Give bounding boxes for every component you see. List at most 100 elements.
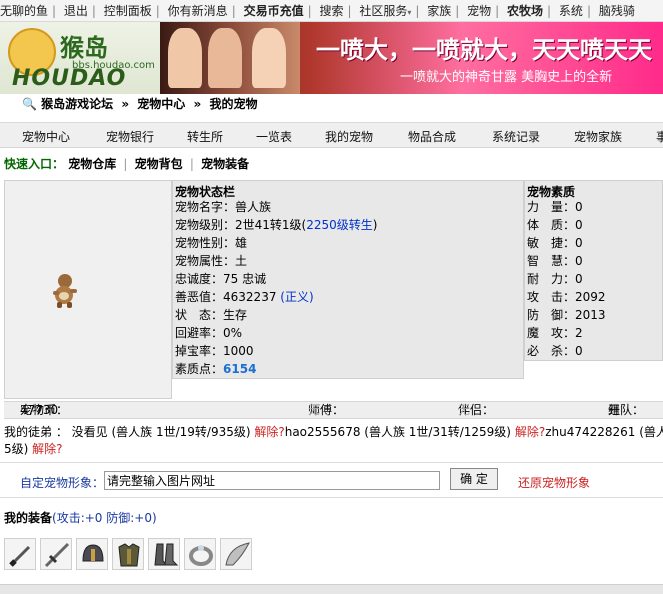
- divider: |: [347, 4, 352, 18]
- apprentice-1: 没看见 (兽人族 1世/19转/935级): [71, 425, 255, 439]
- apprentice-3-cont: 5级): [4, 442, 33, 456]
- menu-overview[interactable]: 一览表: [256, 128, 292, 145]
- divider: |: [91, 4, 96, 18]
- attr-row-wisdom: 智 慧：0: [527, 254, 583, 268]
- armor-icon[interactable]: [112, 538, 144, 570]
- sword-icon[interactable]: [40, 538, 72, 570]
- breadcrumb-my-pet: 我的宠物: [209, 97, 258, 111]
- family-link[interactable]: 家族: [427, 4, 451, 18]
- status-row-level: 宠物级别：2世41转1级(2250级转生): [175, 218, 378, 232]
- game-link[interactable]: 脑残骑: [599, 4, 635, 18]
- pet-sprite-icon: [53, 274, 77, 308]
- user-name-link[interactable]: 无聊的鱼: [0, 4, 48, 18]
- breadcrumb-forum[interactable]: 猴岛游戏论坛: [41, 97, 113, 111]
- attr-row-magic-attack: 魔 攻：2: [527, 326, 583, 340]
- confirm-button[interactable]: 确 定: [450, 468, 498, 490]
- menu-pet-bank[interactable]: 宠物银行: [106, 128, 154, 145]
- site-logo[interactable]: 猴岛 bbs.houdao.com HOUDAO: [0, 22, 160, 94]
- divider: |: [586, 4, 591, 18]
- quick-warehouse-link[interactable]: 宠物仓库: [68, 157, 116, 171]
- status-row-element: 宠物属性：土: [175, 254, 248, 268]
- ring-icon[interactable]: [184, 538, 216, 570]
- control-panel-link[interactable]: 控制面板: [104, 4, 152, 18]
- pet-link[interactable]: 宠物: [467, 4, 491, 18]
- custom-image-row: 自定宠物形象： 确 定 还原宠物形象: [0, 462, 663, 498]
- attr-row-defense: 防 御：2013: [527, 308, 606, 322]
- dismiss-apprentice-2-link[interactable]: 解除?: [515, 425, 545, 439]
- divider: |: [52, 4, 57, 18]
- status-row-drop-rate: 掉宝率：1000: [175, 344, 254, 358]
- divider: |: [155, 4, 160, 18]
- menu-rebirth[interactable]: 转生所: [187, 128, 223, 145]
- divider: |: [415, 4, 420, 18]
- system-link[interactable]: 系统: [559, 4, 583, 18]
- restore-image-link[interactable]: 还原宠物形象: [518, 474, 590, 491]
- equipment-header: 我的装备(攻击:+0 防御:+0): [4, 509, 157, 526]
- divider: |: [307, 4, 312, 18]
- recharge-link[interactable]: 交易币充值: [244, 4, 304, 18]
- banner-photo: [160, 22, 300, 94]
- helmet-icon[interactable]: [76, 538, 108, 570]
- community-link[interactable]: 社区服务: [359, 4, 407, 18]
- menu-more[interactable]: 事: [656, 128, 663, 145]
- divider: |: [123, 157, 128, 171]
- banner-slogan: 一喷大，一喷就大，天天喷天天: [316, 36, 652, 64]
- new-message-link[interactable]: 你有新消息: [168, 4, 228, 18]
- breadcrumb-pet-center[interactable]: 宠物中心: [137, 97, 185, 111]
- logout-link[interactable]: 退出: [64, 4, 88, 18]
- apprentice-list: 我的徒弟 ： 没看见 (兽人族 1世/19转/935级) 解除?hao25556…: [4, 424, 663, 440]
- divider: |: [189, 157, 194, 171]
- logo-cn-text: 猴岛: [60, 34, 108, 62]
- menu-system-log[interactable]: 系统记录: [492, 128, 540, 145]
- divider: |: [495, 4, 500, 18]
- dagger-icon[interactable]: [4, 538, 36, 570]
- pet-attributes-panel: 宠物素质 力 量：0 体 质：0 敏 捷：0 智 慧：0 耐 力：0 攻 击：2…: [524, 180, 663, 361]
- logo-wordmark: HOUDAO: [12, 66, 127, 91]
- dismiss-apprentice-1-link[interactable]: 解除?: [254, 425, 284, 439]
- apprentice-2: hao2555678 (兽人族 1世/31转/1259级): [284, 425, 515, 439]
- wing-icon[interactable]: [220, 538, 252, 570]
- breadcrumb-arrow: »: [193, 97, 202, 111]
- breadcrumb-arrow: »: [121, 97, 130, 111]
- apprentice-3: zhu474228261 (兽人族: [545, 425, 663, 439]
- banner-subtitle: 一喷就大的神奇甘露 美胸史上的全新: [400, 70, 613, 85]
- status-row-name: 宠物名字：兽人族: [175, 200, 272, 214]
- status-title: 宠物状态栏: [175, 185, 236, 199]
- attributes-title: 宠物素质: [527, 185, 576, 199]
- breadcrumb: 🔍 猴岛游戏论坛 » 宠物中心 » 我的宠物: [22, 95, 257, 112]
- quick-backpack-link[interactable]: 宠物背包: [135, 157, 183, 171]
- quality-points-value[interactable]: 6154: [223, 362, 256, 376]
- farm-link[interactable]: 农牧场: [507, 4, 543, 18]
- image-url-input[interactable]: [104, 471, 440, 490]
- attr-row-attack: 攻 击：2092: [527, 290, 606, 304]
- magnifier-icon: 🔍: [22, 97, 37, 111]
- menu-pet-center[interactable]: 宠物中心: [22, 128, 70, 145]
- attr-row-strength: 力 量：0: [527, 200, 583, 214]
- search-link[interactable]: 搜索: [319, 4, 343, 18]
- dismiss-apprentice-3-link[interactable]: 解除?: [32, 442, 62, 456]
- top-nav: 无聊的鱼 | 退出 | 控制面板 | 你有新消息 | 交易币充值 | 搜索 | 社区服务▾ |…: [0, 0, 663, 22]
- attr-row-agility: 敏 捷：0: [527, 236, 583, 250]
- attr-row-constitution: 体 质：0: [527, 218, 583, 232]
- status-row-gender: 宠物性别：雄: [175, 236, 248, 250]
- pet-info-bar: 宠物币： 47730 师傅：无 伴侣：无 组队：开: [4, 401, 663, 419]
- menu-item-synthesis[interactable]: 物品合成: [408, 128, 456, 145]
- quick-links: 快速入口： 宠物仓库 | 宠物背包 | 宠物装备: [4, 155, 249, 172]
- pet-image-panel: [4, 180, 172, 399]
- boots-icon[interactable]: [148, 538, 180, 570]
- status-row-state: 状 态：生存: [175, 308, 248, 322]
- karma-link[interactable]: (正义): [280, 290, 313, 304]
- attr-row-endurance: 耐 力：0: [527, 272, 583, 286]
- footer-bar: [0, 584, 663, 594]
- quick-equipment-link[interactable]: 宠物装备: [201, 157, 249, 171]
- menu-my-pet[interactable]: 我的宠物: [325, 128, 373, 145]
- apprentice-list-cont: 5级) 解除?: [4, 440, 63, 457]
- pet-status-panel: 宠物状态栏 宠物名字：兽人族 宠物级别：2世41转1级(2250级转生) 宠物性…: [172, 180, 524, 379]
- menu-pet-family[interactable]: 宠物家族: [574, 128, 622, 145]
- divider: |: [231, 4, 236, 18]
- ad-banner[interactable]: 一喷大，一喷就大，天天喷天天 一喷就大的神奇甘露 美胸史上的全新: [160, 22, 663, 94]
- dropdown-icon: ▾: [407, 8, 412, 17]
- rebirth-link[interactable]: 2250级转生: [306, 218, 373, 232]
- pet-menu-bar: 宠物中心 宠物银行 转生所 一览表 我的宠物 物品合成 系统记录 宠物家族 事: [0, 122, 663, 148]
- status-row-points: 素质点：6154: [175, 362, 257, 376]
